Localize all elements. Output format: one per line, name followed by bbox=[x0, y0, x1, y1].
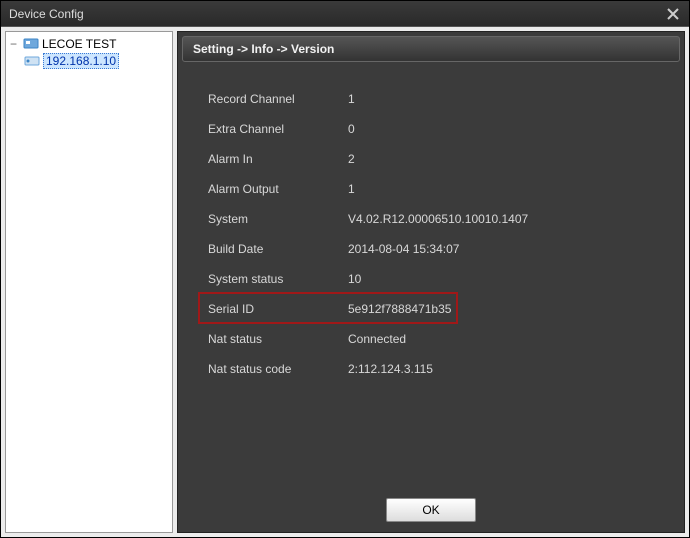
info-value: 1 bbox=[348, 92, 674, 106]
device-config-window: Device Config − LECOE TEST 192.168.1.1 bbox=[0, 0, 690, 538]
info-label: System bbox=[208, 212, 348, 226]
info-label: Build Date bbox=[208, 242, 348, 256]
window-title: Device Config bbox=[9, 7, 663, 21]
info-row: Record Channel1 bbox=[208, 84, 674, 114]
info-label: Extra Channel bbox=[208, 122, 348, 136]
info-value: 2014-08-04 15:34:07 bbox=[348, 242, 674, 256]
info-row: Alarm In2 bbox=[208, 144, 674, 174]
tree-root-node[interactable]: − LECOE TEST bbox=[8, 36, 170, 52]
info-value: 0 bbox=[348, 122, 674, 136]
info-row: SystemV4.02.R12.00006510.10010.1407 bbox=[208, 204, 674, 234]
device-tree-sidebar: − LECOE TEST 192.168.1.10 bbox=[5, 31, 173, 533]
info-value: 1 bbox=[348, 182, 674, 196]
info-row: Nat status code2:112.124.3.115 bbox=[208, 354, 674, 384]
breadcrumb: Setting -> Info -> Version bbox=[182, 36, 680, 62]
breadcrumb-text: Setting -> Info -> Version bbox=[193, 42, 334, 56]
info-value: 2:112.124.3.115 bbox=[348, 362, 674, 376]
device-icon bbox=[24, 54, 40, 68]
info-label: Alarm Output bbox=[208, 182, 348, 196]
tree-child-node[interactable]: 192.168.1.10 bbox=[22, 52, 170, 70]
info-row: System status10 bbox=[208, 264, 674, 294]
info-label: Nat status bbox=[208, 332, 348, 346]
info-label: Record Channel bbox=[208, 92, 348, 106]
info-value: Connected bbox=[348, 332, 674, 346]
info-value: 5e912f7888471b35 bbox=[348, 302, 674, 316]
main-panel: Setting -> Info -> Version Record Channe… bbox=[177, 31, 685, 533]
info-label: Nat status code bbox=[208, 362, 348, 376]
device-root-icon bbox=[23, 37, 39, 51]
body: − LECOE TEST 192.168.1.10 Setting -> Inf… bbox=[1, 27, 689, 537]
titlebar: Device Config bbox=[1, 1, 689, 27]
info-row: Extra Channel0 bbox=[208, 114, 674, 144]
tree-root-label: LECOE TEST bbox=[42, 37, 116, 51]
info-row: Nat statusConnected bbox=[208, 324, 674, 354]
info-content: Record Channel1Extra Channel0Alarm In2Al… bbox=[178, 62, 684, 488]
close-icon[interactable] bbox=[663, 5, 683, 23]
info-value: 10 bbox=[348, 272, 674, 286]
info-label: Alarm In bbox=[208, 152, 348, 166]
tree-child-label: 192.168.1.10 bbox=[43, 53, 119, 69]
info-value: 2 bbox=[348, 152, 674, 166]
info-row: Build Date2014-08-04 15:34:07 bbox=[208, 234, 674, 264]
footer: OK bbox=[178, 488, 684, 532]
info-label: System status bbox=[208, 272, 348, 286]
info-value: V4.02.R12.00006510.10010.1407 bbox=[348, 212, 674, 226]
ok-button[interactable]: OK bbox=[386, 498, 476, 522]
tree-collapse-icon[interactable]: − bbox=[10, 37, 20, 51]
info-label: Serial ID bbox=[208, 302, 348, 316]
info-row: Alarm Output1 bbox=[208, 174, 674, 204]
tree: − LECOE TEST 192.168.1.10 bbox=[8, 36, 170, 70]
info-row: Serial ID5e912f7888471b35 bbox=[208, 294, 674, 324]
